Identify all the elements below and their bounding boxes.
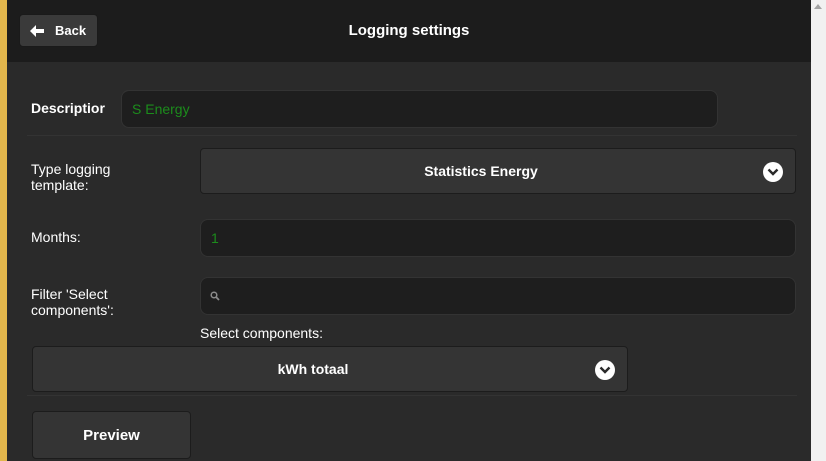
left-accent-bar bbox=[0, 0, 7, 461]
components-select[interactable]: kWh totaal bbox=[32, 346, 628, 392]
header-bar: Back Logging settings bbox=[7, 0, 811, 62]
preview-button[interactable]: Preview bbox=[32, 411, 191, 459]
months-value: 1 bbox=[211, 230, 219, 246]
description-label: Descriptior bbox=[31, 100, 105, 116]
search-icon bbox=[201, 291, 220, 301]
filter-search-input[interactable] bbox=[200, 277, 796, 315]
components-selected-value: kWh totaal bbox=[277, 361, 349, 377]
template-select[interactable]: Statistics Energy bbox=[200, 148, 796, 194]
description-input[interactable]: S Energy bbox=[121, 90, 718, 128]
template-selected-value: Statistics Energy bbox=[424, 163, 538, 179]
template-label-line2: template: bbox=[31, 177, 89, 193]
months-input[interactable]: 1 bbox=[200, 219, 796, 257]
divider bbox=[27, 395, 797, 396]
description-value: S Energy bbox=[132, 101, 190, 117]
filter-label-line2: components': bbox=[31, 302, 114, 318]
vertical-scrollbar[interactable] bbox=[811, 0, 826, 461]
months-label: Months: bbox=[31, 229, 81, 245]
chevron-down-icon bbox=[763, 162, 783, 182]
select-components-label: Select components: bbox=[200, 325, 323, 341]
scroll-up-arrow-icon[interactable] bbox=[814, 4, 822, 9]
settings-form: Descriptior S Energy Type logging templa… bbox=[7, 62, 811, 461]
filter-label: Filter 'Select components': bbox=[31, 286, 114, 318]
divider bbox=[27, 135, 797, 136]
chevron-down-icon bbox=[595, 360, 615, 380]
template-label: Type logging template: bbox=[31, 161, 110, 193]
page-title: Logging settings bbox=[348, 22, 470, 39]
template-label-line1: Type logging bbox=[31, 161, 111, 177]
filter-label-line1: Filter 'Select bbox=[31, 286, 108, 302]
